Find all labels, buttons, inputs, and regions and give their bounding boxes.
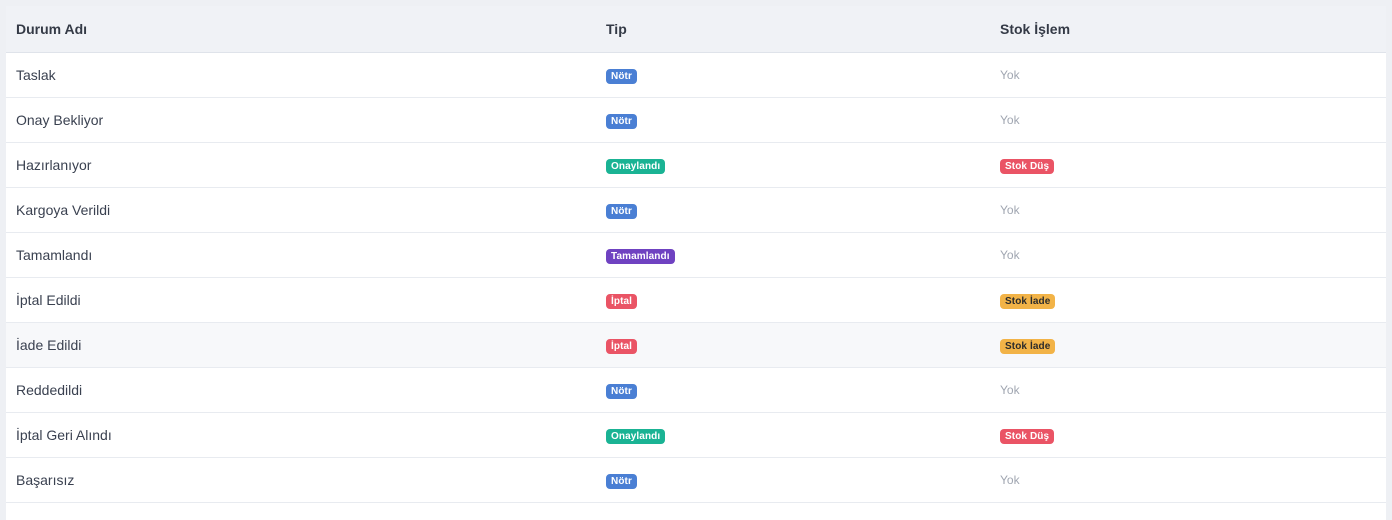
stock-none-text: Yok: [1000, 67, 1020, 82]
type-badge: Nötr: [606, 383, 637, 399]
type-cell: Nötr: [596, 367, 990, 412]
stock-cell: Stok Düş: [990, 412, 1386, 457]
type-badge: İptal: [606, 338, 638, 354]
status-table: Durum Adı Tip Stok İşlem Taslak Nötr Yok On…: [6, 6, 1386, 503]
stock-none-text: Yok: [1000, 247, 1020, 262]
stock-cell: Yok: [990, 367, 1386, 412]
type-badge: Nötr: [606, 113, 637, 129]
type-badge: İptal: [606, 293, 638, 309]
type-cell: Nötr: [596, 187, 990, 232]
type-cell: Onaylandı: [596, 142, 990, 187]
stock-cell: Yok: [990, 52, 1386, 97]
type-badge: Tamamlandı: [606, 248, 675, 264]
table-row[interactable]: Tamamlandı Tamamlandı Yok: [6, 232, 1386, 277]
stock-none-text: Yok: [1000, 472, 1020, 487]
column-header-type[interactable]: Tip: [596, 6, 990, 53]
stock-badge: Stok İade: [1000, 338, 1056, 354]
stock-cell: Yok: [990, 457, 1386, 502]
status-name: İade Edildi: [16, 336, 82, 353]
type-cell: İptal: [596, 322, 990, 367]
status-name: İptal Edildi: [16, 291, 81, 308]
table-row[interactable]: İptal Geri Alındı Onaylandı Stok Düş: [6, 412, 1386, 457]
table-row[interactable]: Taslak Nötr Yok: [6, 52, 1386, 97]
stock-badge: Stok Düş: [1000, 428, 1055, 444]
status-name: Kargoya Verildi: [16, 201, 111, 218]
stock-cell: Yok: [990, 187, 1386, 232]
status-name: Reddedildi: [16, 381, 83, 398]
stock-none-text: Yok: [1000, 202, 1020, 217]
stock-cell: Stok İade: [990, 277, 1386, 322]
stock-cell: Yok: [990, 232, 1386, 277]
stock-cell: Yok: [990, 97, 1386, 142]
type-cell: İptal: [596, 277, 990, 322]
table-header-row: Durum Adı Tip Stok İşlem: [6, 6, 1386, 53]
column-header-name[interactable]: Durum Adı: [6, 6, 596, 53]
stock-none-text: Yok: [1000, 382, 1020, 397]
type-badge: Nötr: [606, 203, 637, 219]
status-name: Tamamlandı: [16, 246, 93, 263]
table-row[interactable]: İptal Edildi İptal Stok İade: [6, 277, 1386, 322]
type-badge: Nötr: [606, 473, 637, 489]
type-badge: Nötr: [606, 68, 637, 84]
table-row[interactable]: Onay Bekliyor Nötr Yok: [6, 97, 1386, 142]
stock-cell: Stok İade: [990, 322, 1386, 367]
status-name: Onay Bekliyor: [16, 111, 104, 128]
table-row[interactable]: Kargoya Verildi Nötr Yok: [6, 187, 1386, 232]
stock-badge: Stok İade: [1000, 293, 1056, 309]
type-badge: Onaylandı: [606, 428, 666, 444]
status-name: Başarısız: [16, 471, 75, 488]
table-row[interactable]: Başarısız Nötr Yok: [6, 457, 1386, 502]
type-cell: Onaylandı: [596, 412, 990, 457]
table-row[interactable]: İade Edildi İptal Stok İade: [6, 322, 1386, 367]
stock-cell: Stok Düş: [990, 142, 1386, 187]
type-cell: Tamamlandı: [596, 232, 990, 277]
type-cell: Nötr: [596, 97, 990, 142]
status-name: Hazırlanıyor: [16, 156, 92, 173]
status-table-card: Durum Adı Tip Stok İşlem Taslak Nötr Yok On…: [6, 6, 1386, 520]
table-row[interactable]: Hazırlanıyor Onaylandı Stok Düş: [6, 142, 1386, 187]
type-cell: Nötr: [596, 457, 990, 502]
type-badge: Onaylandı: [606, 158, 666, 174]
type-cell: Nötr: [596, 52, 990, 97]
stock-none-text: Yok: [1000, 112, 1020, 127]
status-name: Taslak: [16, 66, 56, 83]
stock-badge: Stok Düş: [1000, 158, 1055, 174]
column-header-stock[interactable]: Stok İşlem: [990, 6, 1386, 53]
table-row[interactable]: Reddedildi Nötr Yok: [6, 367, 1386, 412]
status-name: İptal Geri Alındı: [16, 426, 112, 443]
